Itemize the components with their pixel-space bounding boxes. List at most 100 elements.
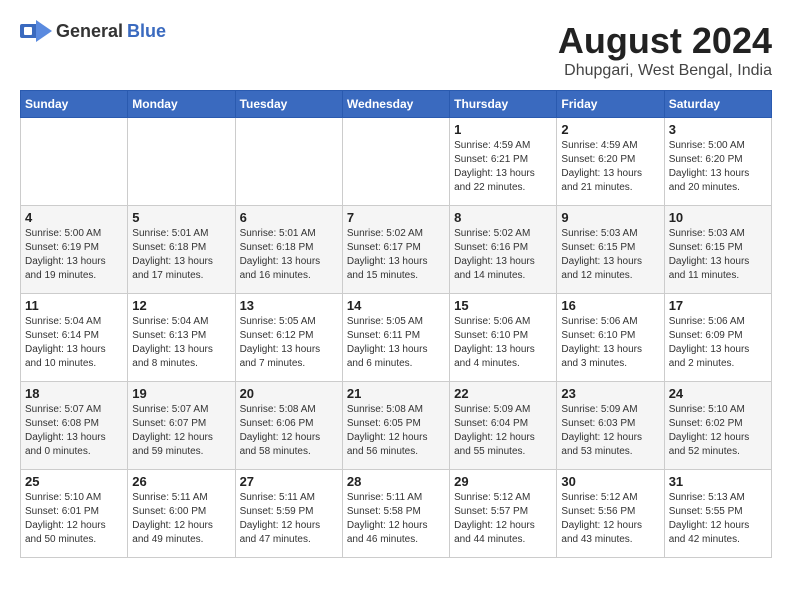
logo-blue: Blue — [127, 21, 166, 42]
weekday-sunday: Sunday — [21, 91, 128, 118]
day-number: 13 — [240, 298, 338, 313]
weekday-wednesday: Wednesday — [342, 91, 449, 118]
day-number: 30 — [561, 474, 659, 489]
day-number: 12 — [132, 298, 230, 313]
day-info: Sunrise: 5:11 AM Sunset: 5:59 PM Dayligh… — [240, 491, 338, 547]
calendar-cell: 20Sunrise: 5:08 AM Sunset: 6:06 PM Dayli… — [235, 382, 342, 470]
day-info: Sunrise: 5:00 AM Sunset: 6:19 PM Dayligh… — [25, 227, 123, 283]
day-info: Sunrise: 5:11 AM Sunset: 6:00 PM Dayligh… — [132, 491, 230, 547]
day-info: Sunrise: 5:10 AM Sunset: 6:02 PM Dayligh… — [669, 403, 767, 459]
day-info: Sunrise: 5:03 AM Sunset: 6:15 PM Dayligh… — [669, 227, 767, 283]
day-info: Sunrise: 5:13 AM Sunset: 5:55 PM Dayligh… — [669, 491, 767, 547]
calendar-cell: 28 Sunrise: 5:11 AM Sunset: 5:58 PM Dayli… — [342, 470, 449, 558]
day-number: 21 — [347, 386, 445, 401]
day-info: Sunrise: 5:08 AM Sunset: 6:06 PM Dayligh… — [240, 403, 338, 459]
calendar-cell: 11 Sunrise: 5:04 AM Sunset: 6:14 PM Dayli… — [21, 294, 128, 382]
day-info: Sunrise: 5:01 AM Sunset: 6:18 PM Dayligh… — [240, 227, 338, 283]
calendar-cell: 4Sunrise: 5:00 AM Sunset: 6:19 PM Daylig… — [21, 206, 128, 294]
calendar-cell: 2Sunrise: 4:59 AM Sunset: 6:20 PM Daylig… — [557, 118, 664, 206]
header: General Blue August 2024 Dhupgari, West … — [20, 20, 772, 80]
day-info: Sunrise: 5:10 AM Sunset: 6:01 PM Dayligh… — [25, 491, 123, 547]
week-row-3: 11 Sunrise: 5:04 AM Sunset: 6:14 PM Dayli… — [21, 294, 772, 382]
calendar-cell: 25 Sunrise: 5:10 AM Sunset: 6:01 PM Dayli… — [21, 470, 128, 558]
day-info: Sunrise: 5:05 AM Sunset: 6:11 PM Dayligh… — [347, 315, 445, 371]
day-number: 24 — [669, 386, 767, 401]
day-info: Sunrise: 5:04 AM Sunset: 6:14 PM Dayligh… — [25, 315, 123, 371]
calendar-cell: 3Sunrise: 5:00 AM Sunset: 6:20 PM Daylig… — [664, 118, 771, 206]
calendar-body: 1 Sunrise: 4:59 AM Sunset: 6:21 PM Daylig… — [21, 118, 772, 558]
calendar-cell — [128, 118, 235, 206]
calendar-cell: 7 Sunrise: 5:02 AM Sunset: 6:17 PM Daylig… — [342, 206, 449, 294]
calendar-cell: 22 Sunrise: 5:09 AM Sunset: 6:04 PM Dayli… — [450, 382, 557, 470]
day-info: Sunrise: 5:02 AM Sunset: 6:16 PM Dayligh… — [454, 227, 552, 283]
calendar-cell: 30 Sunrise: 5:12 AM Sunset: 5:56 PM Dayli… — [557, 470, 664, 558]
week-row-2: 4Sunrise: 5:00 AM Sunset: 6:19 PM Daylig… — [21, 206, 772, 294]
calendar-cell: 14Sunrise: 5:05 AM Sunset: 6:11 PM Dayli… — [342, 294, 449, 382]
location: Dhupgari, West Bengal, India — [558, 62, 772, 80]
calendar-cell: 16Sunrise: 5:06 AM Sunset: 6:10 PM Dayli… — [557, 294, 664, 382]
calendar-cell: 9 Sunrise: 5:03 AM Sunset: 6:15 PM Daylig… — [557, 206, 664, 294]
day-number: 25 — [25, 474, 123, 489]
calendar-cell: 26 Sunrise: 5:11 AM Sunset: 6:00 PM Dayli… — [128, 470, 235, 558]
day-number: 28 — [347, 474, 445, 489]
day-number: 11 — [25, 298, 123, 313]
day-info: Sunrise: 5:03 AM Sunset: 6:15 PM Dayligh… — [561, 227, 659, 283]
day-info: Sunrise: 5:11 AM Sunset: 5:58 PM Dayligh… — [347, 491, 445, 547]
day-number: 17 — [669, 298, 767, 313]
day-info: Sunrise: 4:59 AM Sunset: 6:21 PM Dayligh… — [454, 139, 552, 195]
calendar-cell: 5 Sunrise: 5:01 AM Sunset: 6:18 PM Daylig… — [128, 206, 235, 294]
day-number: 8 — [454, 210, 552, 225]
day-number: 5 — [132, 210, 230, 225]
day-info: Sunrise: 5:09 AM Sunset: 6:03 PM Dayligh… — [561, 403, 659, 459]
calendar-cell: 27 Sunrise: 5:11 AM Sunset: 5:59 PM Dayli… — [235, 470, 342, 558]
calendar-cell: 17 Sunrise: 5:06 AM Sunset: 6:09 PM Dayli… — [664, 294, 771, 382]
day-number: 3 — [669, 122, 767, 137]
day-info: Sunrise: 5:07 AM Sunset: 6:08 PM Dayligh… — [25, 403, 123, 459]
day-number: 27 — [240, 474, 338, 489]
calendar-cell: 21Sunrise: 5:08 AM Sunset: 6:05 PM Dayli… — [342, 382, 449, 470]
weekday-saturday: Saturday — [664, 91, 771, 118]
day-number: 1 — [454, 122, 552, 137]
day-info: Sunrise: 5:12 AM Sunset: 5:57 PM Dayligh… — [454, 491, 552, 547]
day-number: 29 — [454, 474, 552, 489]
day-info: Sunrise: 5:04 AM Sunset: 6:13 PM Dayligh… — [132, 315, 230, 371]
day-info: Sunrise: 5:02 AM Sunset: 6:17 PM Dayligh… — [347, 227, 445, 283]
day-number: 2 — [561, 122, 659, 137]
week-row-5: 25 Sunrise: 5:10 AM Sunset: 6:01 PM Dayli… — [21, 470, 772, 558]
weekday-thursday: Thursday — [450, 91, 557, 118]
day-number: 18 — [25, 386, 123, 401]
calendar-cell: 29 Sunrise: 5:12 AM Sunset: 5:57 PM Dayli… — [450, 470, 557, 558]
calendar-cell: 23Sunrise: 5:09 AM Sunset: 6:03 PM Dayli… — [557, 382, 664, 470]
day-number: 6 — [240, 210, 338, 225]
day-info: Sunrise: 5:09 AM Sunset: 6:04 PM Dayligh… — [454, 403, 552, 459]
calendar-cell: 1 Sunrise: 4:59 AM Sunset: 6:21 PM Daylig… — [450, 118, 557, 206]
calendar-cell: 15Sunrise: 5:06 AM Sunset: 6:10 PM Dayli… — [450, 294, 557, 382]
day-info: Sunrise: 5:05 AM Sunset: 6:12 PM Dayligh… — [240, 315, 338, 371]
day-info: Sunrise: 5:06 AM Sunset: 6:09 PM Dayligh… — [669, 315, 767, 371]
day-info: Sunrise: 5:12 AM Sunset: 5:56 PM Dayligh… — [561, 491, 659, 547]
logo-icon — [20, 20, 52, 42]
calendar-cell — [21, 118, 128, 206]
calendar-header: SundayMondayTuesdayWednesdayThursdayFrid… — [21, 91, 772, 118]
day-number: 16 — [561, 298, 659, 313]
day-number: 26 — [132, 474, 230, 489]
logo-general: General — [56, 21, 123, 42]
day-number: 22 — [454, 386, 552, 401]
day-number: 10 — [669, 210, 767, 225]
calendar-table: SundayMondayTuesdayWednesdayThursdayFrid… — [20, 90, 772, 558]
day-number: 7 — [347, 210, 445, 225]
day-number: 15 — [454, 298, 552, 313]
week-row-1: 1 Sunrise: 4:59 AM Sunset: 6:21 PM Daylig… — [21, 118, 772, 206]
day-info: Sunrise: 5:01 AM Sunset: 6:18 PM Dayligh… — [132, 227, 230, 283]
calendar-cell: 24 Sunrise: 5:10 AM Sunset: 6:02 PM Dayli… — [664, 382, 771, 470]
weekday-friday: Friday — [557, 91, 664, 118]
day-number: 9 — [561, 210, 659, 225]
calendar-cell: 10 Sunrise: 5:03 AM Sunset: 6:15 PM Dayli… — [664, 206, 771, 294]
calendar-cell — [235, 118, 342, 206]
week-row-4: 18 Sunrise: 5:07 AM Sunset: 6:08 PM Dayli… — [21, 382, 772, 470]
calendar-cell: 19Sunrise: 5:07 AM Sunset: 6:07 PM Dayli… — [128, 382, 235, 470]
calendar-cell — [342, 118, 449, 206]
title-area: August 2024 Dhupgari, West Bengal, India — [558, 20, 772, 80]
calendar-cell: 31Sunrise: 5:13 AM Sunset: 5:55 PM Dayli… — [664, 470, 771, 558]
weekday-monday: Monday — [128, 91, 235, 118]
